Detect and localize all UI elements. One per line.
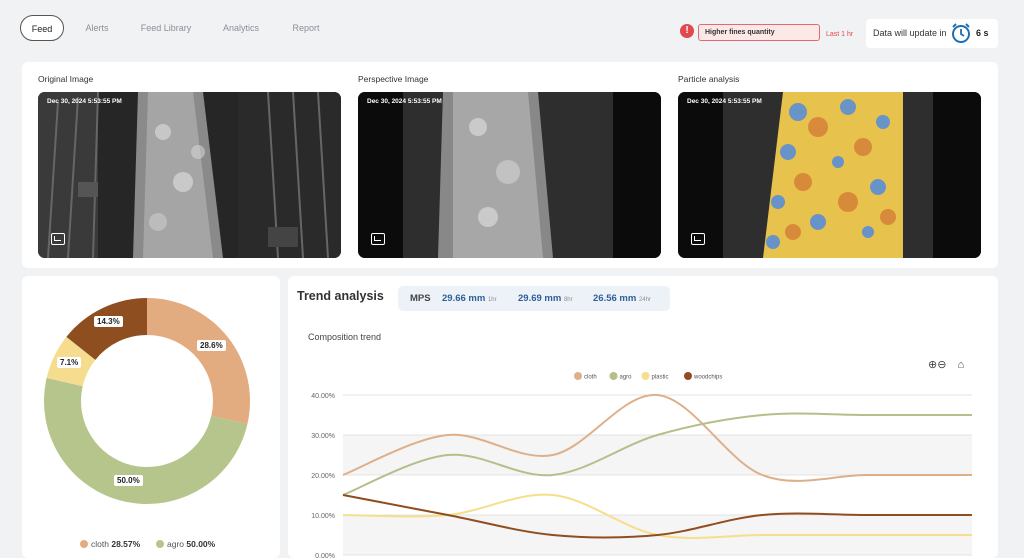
original-image: Dec 30, 2024 5:53:55 PM bbox=[38, 92, 341, 258]
update-countdown: Data will update in 6 s bbox=[866, 19, 998, 48]
image-panel: Original Image Dec 30, 2024 5:53:55 PM P… bbox=[22, 62, 998, 268]
legend-value: 50.00% bbox=[186, 539, 216, 549]
composition-trend-chart: 0.00% 10.00% 20.00% 30.00% 40.00% cloth agro pl… bbox=[311, 372, 972, 558]
legend-marker-woodchips[interactable] bbox=[684, 372, 692, 380]
donut-label-cloth: 28.6% bbox=[197, 340, 226, 351]
original-image-title: Original Image bbox=[38, 74, 94, 84]
expand-icon[interactable] bbox=[691, 233, 705, 245]
legend-dot bbox=[156, 540, 164, 548]
legend-marker-agro[interactable] bbox=[609, 372, 618, 380]
particle-analysis-picture bbox=[678, 92, 981, 258]
composition-donut-panel: 28.6% 50.0% 7.1% 14.3% cloth 28.57% agro… bbox=[22, 276, 280, 558]
grid-band bbox=[343, 435, 972, 475]
exclamation-icon: ! bbox=[680, 24, 694, 38]
y-tick-label: 0.00% bbox=[315, 553, 335, 558]
perspective-image-timestamp: Dec 30, 2024 5:53:55 PM bbox=[367, 98, 442, 105]
expand-icon[interactable] bbox=[51, 233, 65, 245]
tab-alerts[interactable]: Alerts bbox=[80, 15, 114, 41]
donut-legend-cloth[interactable]: cloth 28.57% bbox=[80, 539, 140, 549]
tab-feed-library[interactable]: Feed Library bbox=[138, 15, 194, 41]
legend-dot bbox=[80, 540, 88, 548]
legend-marker-cloth[interactable] bbox=[574, 372, 582, 380]
alarm-clock-icon bbox=[952, 23, 970, 43]
update-label: Data will update in bbox=[873, 28, 947, 38]
alert-time: Last 1 hr bbox=[826, 31, 854, 38]
legend-value: 28.57% bbox=[111, 539, 141, 549]
alert-banner[interactable]: Higher fines quantity bbox=[698, 24, 820, 41]
original-image-picture bbox=[38, 92, 341, 258]
legend-label-agro[interactable]: agro bbox=[620, 375, 633, 381]
composition-donut-chart bbox=[44, 298, 251, 504]
trend-analysis-panel: Trend analysis MPS 29.66 mm 1hr 29.69 mm… bbox=[288, 276, 998, 558]
y-tick-label: 20.00% bbox=[311, 473, 335, 480]
tab-feed[interactable]: Feed bbox=[20, 15, 64, 41]
expand-icon[interactable] bbox=[371, 233, 385, 245]
y-tick-label: 10.00% bbox=[311, 513, 335, 520]
particle-analysis-title: Particle analysis bbox=[678, 74, 740, 84]
donut-legend-agro[interactable]: agro 50.00% bbox=[156, 539, 215, 549]
legend-label-woodchips[interactable]: woodchips bbox=[693, 375, 722, 381]
donut-label-woodchips: 14.3% bbox=[94, 316, 123, 327]
tab-report[interactable]: Report bbox=[288, 15, 324, 41]
particle-analysis-image: Dec 30, 2024 5:53:55 PM bbox=[678, 92, 981, 258]
legend-label-plastic[interactable]: plastic bbox=[652, 375, 669, 381]
tab-analytics[interactable]: Analytics bbox=[218, 15, 264, 41]
donut-label-plastic: 7.1% bbox=[57, 357, 82, 368]
y-tick-label: 30.00% bbox=[311, 433, 335, 440]
top-navigation: Feed Alerts Feed Library Analytics Repor… bbox=[0, 0, 1024, 58]
perspective-image-title: Perspective Image bbox=[358, 74, 429, 84]
particle-analysis-timestamp: Dec 30, 2024 5:53:55 PM bbox=[687, 98, 762, 105]
perspective-image-picture bbox=[358, 92, 661, 258]
update-seconds: 6 s bbox=[976, 28, 989, 38]
donut-label-agro: 50.0% bbox=[114, 475, 143, 486]
donut-slice-cloth[interactable] bbox=[147, 298, 251, 425]
y-tick-label: 40.00% bbox=[311, 393, 335, 400]
legend-marker-plastic[interactable] bbox=[641, 372, 650, 380]
legend-name: cloth bbox=[91, 539, 109, 549]
perspective-image: Dec 30, 2024 5:53:55 PM bbox=[358, 92, 661, 258]
legend-name: agro bbox=[167, 539, 185, 549]
original-image-timestamp: Dec 30, 2024 5:53:55 PM bbox=[47, 98, 122, 105]
legend-label-cloth[interactable]: cloth bbox=[584, 375, 597, 381]
